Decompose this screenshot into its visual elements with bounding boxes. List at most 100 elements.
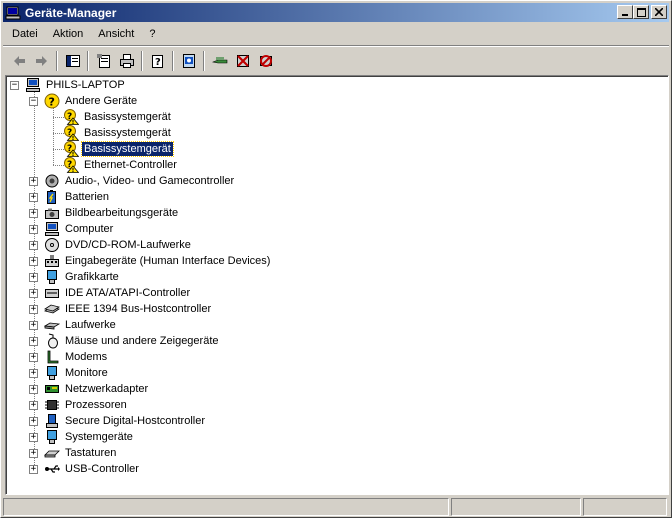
speaker-icon [45,174,59,188]
update-driver-button[interactable] [208,50,231,72]
title-bar[interactable]: Geräte-Manager [3,3,669,22]
show-hide-console-tree-icon [65,54,80,67]
tree-category-usb[interactable]: USB-Controller [44,461,141,477]
menu-bar: Datei Aktion Ansicht ? [3,24,669,44]
tree-category-maeuse[interactable]: Mäuse und andere Zeigegeräte [44,333,221,349]
tree-category-sd-host[interactable]: Secure Digital-Hostcontroller [44,413,207,429]
expand-toggle[interactable]: + [29,385,38,394]
category-label: Mäuse und andere Zeigegeräte [65,335,219,347]
expand-toggle[interactable]: + [29,321,38,330]
tree-category-computer[interactable]: Computer [44,221,115,237]
expand-toggle[interactable]: + [29,433,38,442]
uninstall-button[interactable] [231,50,254,72]
tree-category-netzwerkadapter[interactable]: Netzwerkadapter [44,381,150,397]
expand-toggle[interactable]: + [29,465,38,474]
expand-toggle[interactable]: + [29,369,38,378]
disable-device-button[interactable] [254,50,277,72]
tree-category-modems[interactable]: Modems [44,349,109,365]
tree-category-bildbearbeitung[interactable]: Bildbearbeitungsgeräte [44,205,180,221]
status-panel-2 [451,498,581,516]
close-button[interactable] [651,5,667,19]
forward-button[interactable] [30,50,53,72]
category-label: Bildbearbeitungsgeräte [65,207,179,219]
tree-category-andere-geraete[interactable]: ? Andere Geräte [44,93,139,109]
expand-toggle[interactable]: + [29,353,38,362]
monitor-icon [47,366,57,380]
menu-datei[interactable]: Datei [3,28,44,40]
unknown-device-icon: ? [44,93,60,109]
show-hide-tree-button[interactable] [61,50,84,72]
category-collapse-toggle[interactable]: − [29,97,38,106]
menu-ansicht[interactable]: Ansicht [89,28,140,40]
expand-toggle[interactable]: + [29,337,38,346]
device-label: Ethernet-Controller [84,159,177,171]
tree-device-ethernet-controller[interactable]: ? Ethernet-Controller [63,157,179,173]
category-label: DVD/CD-ROM-Laufwerke [65,239,191,251]
uninstall-icon [236,54,249,67]
tree-category-prozessoren[interactable]: Prozessoren [44,397,129,413]
tree-category-systemgeraete[interactable]: Systemgeräte [44,429,135,445]
expand-toggle[interactable]: + [29,209,38,218]
toolbar-separator [87,50,89,71]
category-label: Monitore [65,367,108,379]
tree-category-monitore[interactable]: Monitore [44,365,110,381]
help-button[interactable]: ? [146,50,169,72]
tree-category-audio[interactable]: Audio-, Video- und Gamecontroller [44,173,236,189]
tree-category-grafikkarte[interactable]: Grafikkarte [44,269,121,285]
display-adapter-icon [47,270,57,284]
help-icon: ? [151,54,163,68]
maximize-button[interactable] [633,5,649,19]
tree-root[interactable]: PHILS-LAPTOP [25,77,127,93]
expand-toggle[interactable]: + [29,305,38,314]
scan-hardware-button[interactable] [177,50,200,72]
print-button[interactable] [115,50,138,72]
tree-category-tastaturen[interactable]: Tastaturen [44,445,118,461]
status-panel-main [3,498,449,516]
properties-button[interactable] [92,50,115,72]
expand-toggle[interactable]: + [29,289,38,298]
expand-toggle[interactable]: + [29,273,38,282]
minimize-button[interactable] [617,5,633,19]
tree-category-batterien[interactable]: Batterien [44,189,111,205]
expand-toggle[interactable]: + [29,417,38,426]
caption-buttons [617,5,667,19]
expand-toggle[interactable]: + [29,257,38,266]
expand-toggle[interactable]: + [29,241,38,250]
scan-hardware-changes-icon [182,53,195,68]
warning-device-icon: ? [64,157,79,173]
expand-toggle[interactable]: + [29,449,38,458]
battery-icon [47,190,56,204]
category-label: Laufwerke [65,319,116,331]
usb-icon [45,465,60,473]
hid-icon [45,255,59,267]
toolbar-separator [172,50,174,71]
category-label: Computer [65,223,114,235]
expand-toggle[interactable]: + [29,225,38,234]
expand-toggle[interactable]: + [29,177,38,186]
window-title: Geräte-Manager [25,5,117,20]
menu-aktion[interactable]: Aktion [44,28,90,40]
tree-device-basissystemgeraet-2[interactable]: ? Basissystemgerät [63,125,173,141]
disable-device-icon [259,54,272,67]
tree-device-basissystemgeraet-3-selected[interactable]: ? Basissystemgerät [63,141,174,157]
tree-category-eingabegeraete[interactable]: Eingabegeräte (Human Interface Devices) [44,253,272,269]
firewire-icon [44,304,60,314]
tree-category-ide[interactable]: IDE ATA/ATAPI-Controller [44,285,192,301]
expand-toggle[interactable]: + [29,401,38,410]
menu-help[interactable]: ? [140,28,161,40]
warning-device-icon: ? [64,125,79,141]
device-tree[interactable]: − PHILS-LAPTOP − ? Andere Geräte ? Basis… [5,75,669,495]
tree-category-ieee1394[interactable]: IEEE 1394 Bus-Hostcontroller [44,301,213,317]
category-label: Eingabegeräte (Human Interface Devices) [65,255,271,267]
device-manager-app-icon [5,6,21,19]
root-collapse-toggle[interactable]: − [10,81,19,90]
category-label: Andere Geräte [65,95,138,107]
expand-toggle[interactable]: + [29,193,38,202]
tree-device-basissystemgeraet-1[interactable]: ? Basissystemgerät [63,109,173,125]
category-label: Tastaturen [65,447,117,459]
back-button[interactable] [7,50,30,72]
status-bar [3,498,669,517]
tree-category-dvd-cd[interactable]: DVD/CD-ROM-Laufwerke [44,237,193,253]
tree-category-laufwerke[interactable]: Laufwerke [44,317,118,333]
toolbar-separator [141,50,143,71]
